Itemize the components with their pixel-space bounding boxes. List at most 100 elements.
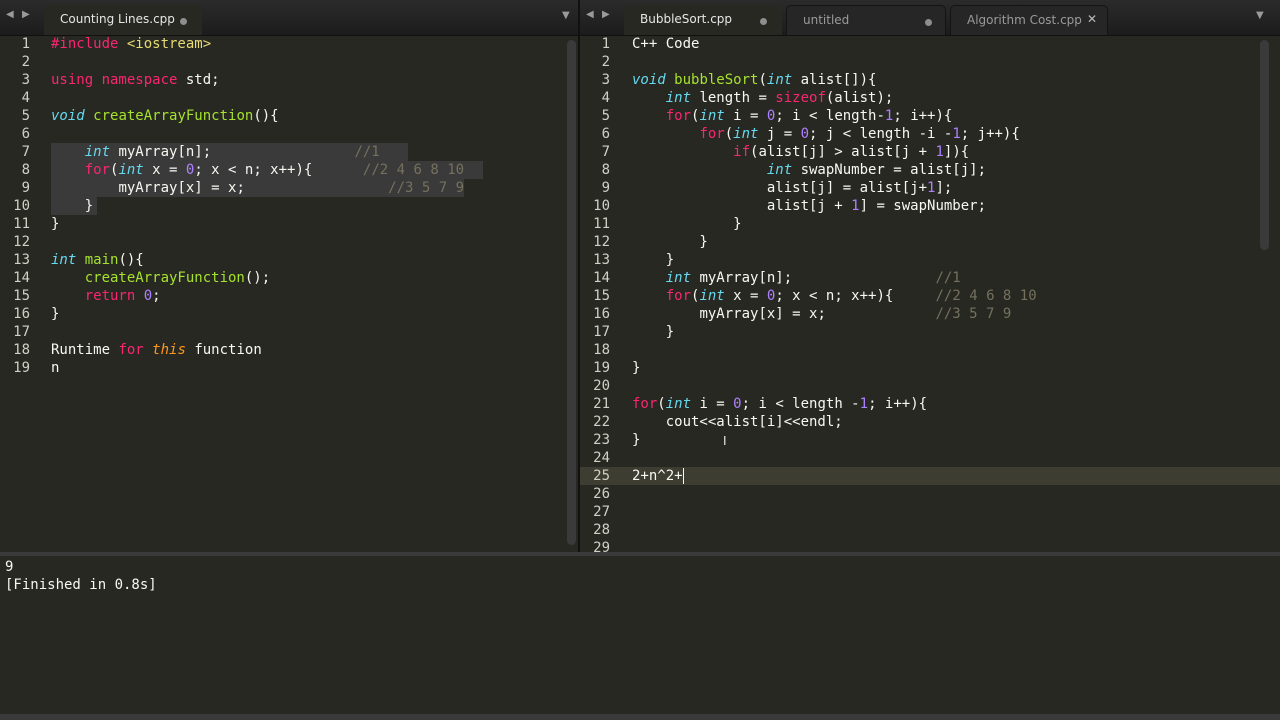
unsaved-dot-icon[interactable] bbox=[925, 19, 932, 26]
code-line[interactable]: 20 bbox=[580, 377, 1280, 395]
code-text: int myArray[n]; //1 bbox=[51, 143, 380, 161]
code-token: length = bbox=[699, 90, 776, 106]
code-text: createArrayFunction(); bbox=[51, 269, 270, 287]
line-number: 19 bbox=[13, 360, 30, 376]
code-line[interactable]: 19 n bbox=[0, 359, 578, 377]
code-line[interactable]: 25 2+n^2+ bbox=[580, 467, 1280, 485]
line-number: 29 bbox=[593, 540, 610, 552]
code-line[interactable]: 29 bbox=[580, 539, 1280, 552]
code-token: 1 bbox=[952, 126, 961, 142]
code-line[interactable]: 6 bbox=[0, 125, 578, 143]
line-number: 12 bbox=[593, 234, 610, 250]
code-text: alist[j + 1] = swapNumber; bbox=[632, 197, 986, 215]
code-line[interactable]: 1 #include <iostream> bbox=[0, 35, 578, 53]
code-line[interactable]: 6 for(int j = 0; j < length -i -1; j++){ bbox=[580, 125, 1280, 143]
tab-bubblesort[interactable]: BubbleSort.cpp bbox=[624, 5, 782, 35]
code-line[interactable]: 2 bbox=[580, 53, 1280, 71]
code-line[interactable]: 18 bbox=[580, 341, 1280, 359]
code-line[interactable]: 28 bbox=[580, 521, 1280, 539]
code-token: int bbox=[665, 90, 700, 106]
tab-algorithm-cost[interactable]: Algorithm Cost.cpp ✕ bbox=[950, 5, 1108, 35]
code-line[interactable]: 10 } bbox=[0, 197, 578, 215]
code-line[interactable]: 3 void bubbleSort(int alist[]){ bbox=[580, 71, 1280, 89]
code-token: myArray[n]; bbox=[699, 270, 793, 286]
code-token: createArrayFunction bbox=[84, 270, 245, 286]
code-token: int bbox=[766, 72, 801, 88]
code-line[interactable]: 11 } bbox=[580, 215, 1280, 233]
unsaved-dot-icon[interactable] bbox=[760, 18, 767, 25]
text-caret bbox=[682, 468, 684, 484]
code-token: i = bbox=[699, 396, 734, 412]
code-line[interactable]: 7 int myArray[n]; //1 bbox=[0, 143, 578, 161]
code-line[interactable]: 4 int length = sizeof(alist); bbox=[580, 89, 1280, 107]
tab-back-arrow-icon[interactable]: ◀ bbox=[6, 9, 14, 20]
code-line[interactable]: 3 using namespace std; bbox=[0, 71, 578, 89]
code-line[interactable]: 24 bbox=[580, 449, 1280, 467]
code-line[interactable]: 17 bbox=[0, 323, 578, 341]
code-line[interactable]: 5 void createArrayFunction(){ bbox=[0, 107, 578, 125]
close-tab-icon[interactable]: ✕ bbox=[1087, 12, 1097, 26]
tab-forward-arrow-icon[interactable]: ▶ bbox=[602, 9, 610, 20]
code-line[interactable]: 8 for(int x = 0; x < n; x++){ //2 4 6 8 … bbox=[0, 161, 578, 179]
code-line[interactable]: 4 bbox=[0, 89, 578, 107]
code-line[interactable]: 16} bbox=[0, 305, 578, 323]
code-line[interactable]: 2 bbox=[0, 53, 578, 71]
line-number: 15 bbox=[593, 288, 610, 304]
code-line[interactable]: 9 myArray[x] = x; //3 5 7 9 bbox=[0, 179, 578, 197]
code-line[interactable]: 22 cout<<alist[i]<<endl; bbox=[580, 413, 1280, 431]
code-line[interactable]: 14 int myArray[n]; //1 bbox=[580, 269, 1280, 287]
code-line[interactable]: 23} bbox=[580, 431, 1280, 449]
code-token: Runtime bbox=[51, 342, 119, 358]
code-line[interactable]: 19} bbox=[580, 359, 1280, 377]
code-line[interactable]: 7 if(alist[j] > alist[j + 1]){ bbox=[580, 143, 1280, 161]
code-text: } bbox=[632, 233, 707, 251]
code-line[interactable]: 17 } bbox=[580, 323, 1280, 341]
right-scrollbar[interactable] bbox=[1260, 40, 1269, 250]
code-line[interactable]: 5 for(int i = 0; i < length-1; i++){ bbox=[580, 107, 1280, 125]
code-token: 1 bbox=[935, 144, 944, 160]
line-number: 11 bbox=[13, 216, 30, 232]
code-line[interactable]: 27 bbox=[580, 503, 1280, 521]
tab-menu-chevron-icon[interactable]: ▼ bbox=[1256, 10, 1264, 21]
line-number: 4 bbox=[21, 90, 30, 106]
unsaved-dot-icon[interactable] bbox=[180, 18, 187, 25]
code-line[interactable]: 13 int main(){ bbox=[0, 251, 578, 269]
code-line[interactable]: 15 for(int x = 0; x < n; x++){ //2 4 6 8… bbox=[580, 287, 1280, 305]
code-token: (){ bbox=[253, 108, 279, 124]
code-line[interactable]: 16 myArray[x] = x; //3 5 7 9 bbox=[580, 305, 1280, 323]
code-token: } bbox=[51, 198, 94, 214]
right-code-area[interactable]: 1 C++ Code 2 3 void bubbleSort(int alist[]){… bbox=[580, 35, 1280, 552]
code-line[interactable]: 21 for(int i = 0; i < length -1; i++){ bbox=[580, 395, 1280, 413]
code-token: int bbox=[665, 270, 700, 286]
line-number: 23 bbox=[593, 432, 610, 448]
code-line[interactable]: 1 C++ Code bbox=[580, 35, 1280, 53]
code-line[interactable]: 11} bbox=[0, 215, 578, 233]
code-line[interactable]: 15 return 0; bbox=[0, 287, 578, 305]
code-line[interactable]: 9 alist[j] = alist[j+1]; bbox=[580, 179, 1280, 197]
code-token: bubbleSort bbox=[674, 72, 759, 88]
code-line[interactable]: 10 alist[j + 1] = swapNumber; bbox=[580, 197, 1280, 215]
code-line[interactable]: 14 createArrayFunction(); bbox=[0, 269, 578, 287]
code-line[interactable]: 13 } bbox=[580, 251, 1280, 269]
tab-counting-lines[interactable]: Counting Lines.cpp bbox=[44, 5, 202, 35]
left-scrollbar[interactable] bbox=[567, 40, 576, 545]
code-token: } bbox=[632, 324, 675, 340]
line-number: 5 bbox=[601, 108, 610, 124]
code-text: } bbox=[51, 305, 59, 323]
tab-menu-chevron-icon[interactable]: ▼ bbox=[562, 10, 570, 21]
code-line[interactable]: 26 bbox=[580, 485, 1280, 503]
code-token: ( bbox=[724, 126, 734, 142]
left-code-area[interactable]: 1 #include <iostream> 2 3 using namespace st… bbox=[0, 35, 578, 552]
code-line[interactable]: 18 Runtime for this function bbox=[0, 341, 578, 359]
code-token: function bbox=[194, 342, 262, 358]
tab-forward-arrow-icon[interactable]: ▶ bbox=[22, 9, 30, 20]
code-token: main bbox=[84, 252, 119, 268]
code-line[interactable]: 12 bbox=[0, 233, 578, 251]
tab-untitled[interactable]: untitled bbox=[786, 5, 946, 35]
code-line[interactable]: 12 } bbox=[580, 233, 1280, 251]
line-number: 1 bbox=[21, 36, 30, 52]
tab-back-arrow-icon[interactable]: ◀ bbox=[586, 9, 594, 20]
code-line[interactable]: 8 int swapNumber = alist[j]; bbox=[580, 161, 1280, 179]
